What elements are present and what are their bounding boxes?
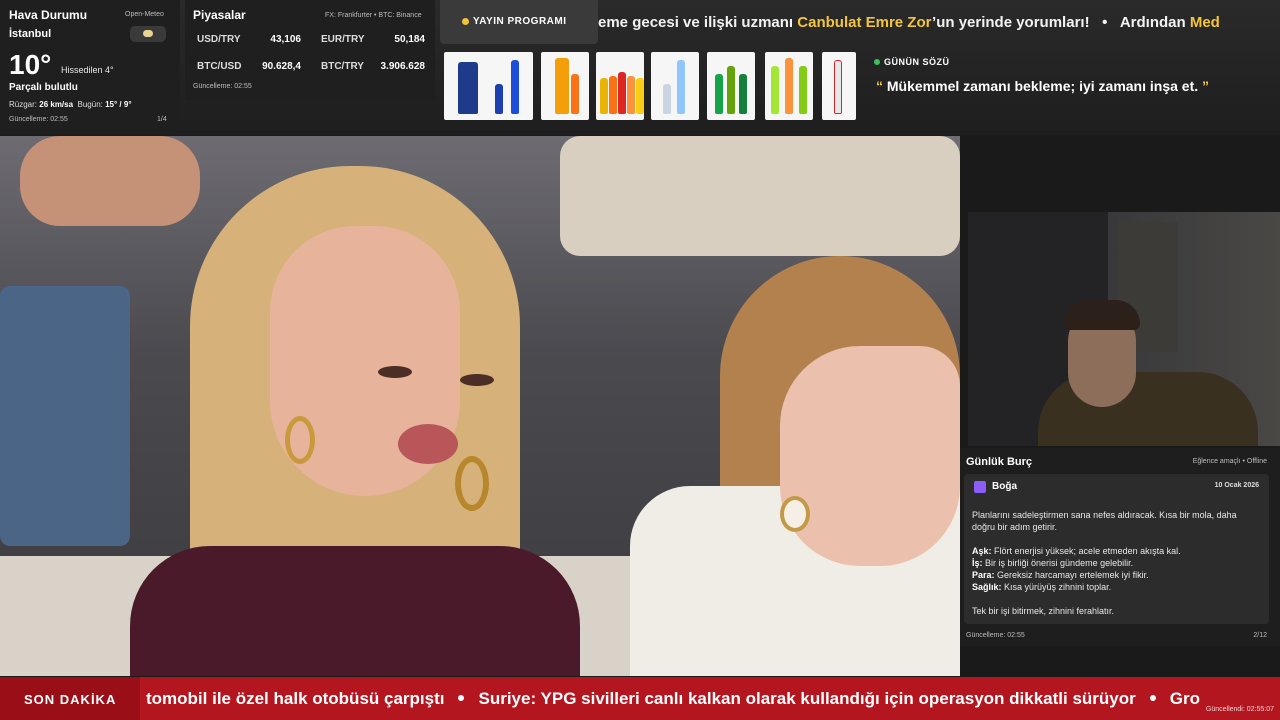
horoscope-body: Planlarını sadeleştirmen sana nefes aldı… bbox=[972, 509, 1262, 617]
quote-title: GÜNÜN SÖZÜ bbox=[884, 57, 950, 67]
horoscope-tag: Eğlence amaçlı • Offline bbox=[1192, 458, 1267, 465]
partly-cloudy-icon bbox=[130, 26, 166, 42]
product-image bbox=[596, 52, 644, 120]
horoscope-sign: Boğa bbox=[992, 481, 1017, 492]
horoscope-title: Günlük Burç bbox=[966, 456, 1033, 468]
markets-source: FX: Frankfurter • BTC: Binance bbox=[325, 12, 422, 19]
horoscope-work: İş: Bir iş birliği önerisi gündeme geleb… bbox=[972, 558, 1134, 568]
live-dot-icon bbox=[462, 18, 469, 25]
horoscope-health: Sağlık: Kısa yürüyüş zihnini toplar. bbox=[972, 582, 1112, 592]
tv-guide-label: YAYIN PROGRAMI bbox=[473, 16, 567, 27]
taurus-icon bbox=[974, 481, 986, 493]
product-image bbox=[707, 52, 755, 120]
markets-title: Piyasalar bbox=[193, 8, 246, 22]
breaking-news-label: SON DAKİKA bbox=[0, 677, 140, 720]
bullet-icon bbox=[1149, 695, 1156, 701]
horoscope-intro: Planlarını sadeleştirmen sana nefes aldı… bbox=[972, 510, 1237, 532]
tv-guide-button[interactable]: YAYIN PROGRAMI bbox=[440, 0, 598, 44]
horoscope-date: 10 Ocak 2026 bbox=[1214, 482, 1259, 489]
video-person-center bbox=[130, 166, 580, 676]
market-btc-usd: BTC/USD 90.628,4 bbox=[197, 61, 301, 72]
market-usd-try: USD/TRY 43,106 bbox=[197, 34, 301, 45]
weather-feels-like: Hissedilen 4° bbox=[61, 65, 114, 75]
sponsor-products-strip bbox=[440, 50, 860, 124]
market-btc-try: BTC/TRY 3.906.628 bbox=[321, 61, 425, 72]
weather-wind-today: Rüzgar: 26 km/sa Bugün: 15° / 9° bbox=[9, 100, 132, 109]
ticker-text: tomobil ile özel halk otobüsü çarpıştı Su… bbox=[146, 689, 1200, 708]
weather-widget: Hava Durumu Open-Meteo İstanbul 10° Hiss… bbox=[0, 0, 180, 130]
quote-of-the-day: GÜNÜN SÖZÜ “ Mükemmel zamanı bekleme; iy… bbox=[866, 50, 1280, 130]
weather-title: Hava Durumu bbox=[9, 8, 88, 22]
weather-source: Open-Meteo bbox=[125, 11, 164, 18]
markets-widget: Piyasalar FX: Frankfurter • BTC: Binance… bbox=[185, 0, 435, 100]
product-image bbox=[541, 52, 589, 120]
product-image bbox=[485, 52, 533, 120]
webcam-feed bbox=[968, 212, 1280, 446]
quote-text: “ Mükemmel zamanı bekleme; iyi zamanı in… bbox=[876, 78, 1210, 94]
horoscope-closing: Tek bir işi bitirmek, zihnini ferahlatır… bbox=[972, 606, 1115, 616]
horoscope-widget: Günlük Burç Eğlence amaçlı • Offline Boğ… bbox=[960, 448, 1280, 646]
weather-temperature: 10° bbox=[9, 49, 52, 80]
breaking-news-ticker: SON DAKİKA tomobil ile özel halk otobüsü… bbox=[0, 677, 1280, 720]
ticker-updated: Güncellendi: 02:55:07 bbox=[1205, 706, 1274, 713]
horoscope-page-indicator: 2/12 bbox=[1253, 632, 1267, 639]
status-dot-icon bbox=[874, 59, 880, 65]
product-image bbox=[765, 52, 813, 120]
main-video-feed bbox=[0, 136, 960, 676]
markets-updated: Güncelleme: 02:55 bbox=[193, 83, 252, 90]
headline-text: eme gecesi ve ilişki uzmanı Canbulat Emr… bbox=[598, 14, 1220, 31]
horoscope-money: Para: Gereksiz harcamayı ertelemek iyi f… bbox=[972, 570, 1149, 580]
product-image bbox=[651, 52, 699, 120]
weather-city: İstanbul bbox=[9, 28, 52, 40]
horoscope-love: Aşk: Flört enerjisi yüksek; acele etmede… bbox=[972, 546, 1181, 556]
top-info-bar: Hava Durumu Open-Meteo İstanbul 10° Hiss… bbox=[0, 0, 1280, 135]
product-image bbox=[822, 52, 856, 120]
weather-condition: Parçalı bulutlu bbox=[9, 82, 78, 93]
video-person-right bbox=[630, 256, 960, 676]
horoscope-updated: Güncelleme: 02:55 bbox=[966, 632, 1025, 639]
market-eur-try: EUR/TRY 50,184 bbox=[321, 34, 425, 45]
headline-marquee: eme gecesi ve ilişki uzmanı Canbulat Emr… bbox=[598, 0, 1280, 44]
weather-page-indicator: 1/4 bbox=[157, 116, 167, 123]
weather-updated: Güncelleme: 02:55 bbox=[9, 116, 68, 123]
horoscope-card: Boğa 10 Ocak 2026 Planlarını sadeleştirm… bbox=[964, 474, 1269, 624]
bullet-icon bbox=[458, 695, 465, 701]
